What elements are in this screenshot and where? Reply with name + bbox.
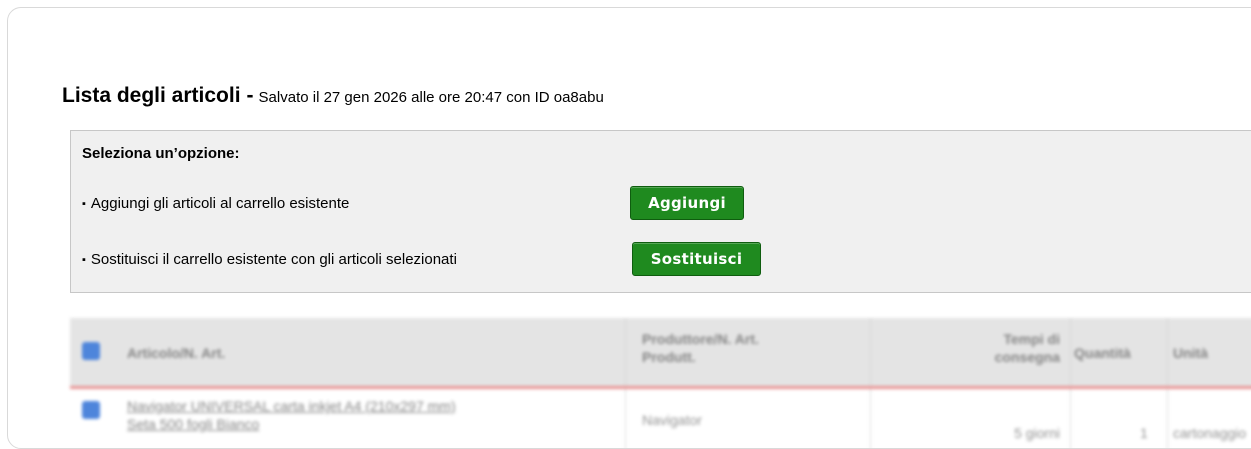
articles-table: Articolo/N. Art. Produttore/N. Art. Prod…	[63, 304, 1251, 448]
column-divider	[870, 389, 871, 448]
option-add-label: Aggiungi gli articoli al carrello esiste…	[90, 195, 350, 212]
add-button[interactable]: Aggiungi	[630, 186, 744, 220]
replace-button[interactable]: Sostituisci	[632, 242, 761, 276]
column-divider	[1167, 318, 1168, 386]
option-replace-row: ▪ Sostituisci il carrello esistente con …	[82, 251, 457, 268]
column-header-producer-line2: Produtt.	[642, 349, 696, 365]
page-title: Lista degli articoli	[62, 84, 241, 107]
article-link[interactable]: Navigator UNIVERSAL carta inkjet A4 (210…	[127, 397, 627, 433]
column-divider	[1070, 318, 1071, 386]
column-header-article[interactable]: Articolo/N. Art.	[127, 344, 225, 362]
options-heading: Seleziona un’opzione:	[82, 145, 240, 162]
table-row: Navigator UNIVERSAL carta inkjet A4 (210…	[70, 389, 1251, 448]
column-header-producer[interactable]: Produttore/N. Art. Produtt.	[642, 330, 842, 366]
bullet-icon: ▪	[82, 253, 86, 266]
column-divider	[625, 389, 626, 448]
article-name-line2: Seta 500 fogli Bianco	[127, 416, 260, 432]
producer-cell: Navigator	[642, 412, 702, 428]
content-frame: Lista degli articoli - Salvato il 27 gen…	[7, 7, 1251, 449]
bullet-icon: ▪	[82, 197, 86, 210]
column-header-delivery-line2: consegna	[994, 349, 1060, 365]
row-checkbox[interactable]	[82, 401, 100, 419]
column-header-quantity[interactable]: Quantità	[1074, 344, 1131, 362]
table-header: Articolo/N. Art. Produttore/N. Art. Prod…	[70, 318, 1251, 389]
column-header-delivery[interactable]: Tempi di consegna	[930, 330, 1060, 366]
select-all-checkbox[interactable]	[82, 342, 100, 360]
option-add-row: ▪ Aggiungi gli articoli al carrello esis…	[82, 195, 349, 212]
column-divider	[870, 318, 871, 386]
title-separator: -	[246, 84, 254, 107]
options-panel: Seleziona un’opzione: ▪ Aggiungi gli art…	[70, 130, 1251, 293]
column-header-delivery-line1: Tempi di	[1003, 331, 1060, 347]
option-replace-label: Sostituisci il carrello esistente con gl…	[90, 251, 457, 268]
saved-info: Salvato il 27 gen 2026 alle ore 20:47 co…	[258, 89, 604, 106]
column-divider	[1167, 389, 1168, 448]
column-header-producer-line1: Produttore/N. Art.	[642, 331, 759, 347]
column-header-unit[interactable]: Unità	[1173, 344, 1208, 362]
page-title-row: Lista degli articoli - Salvato il 27 gen…	[62, 84, 604, 108]
column-divider	[1070, 389, 1071, 448]
column-divider	[625, 318, 626, 386]
article-name-line1: Navigator UNIVERSAL carta inkjet A4 (210…	[127, 398, 456, 414]
